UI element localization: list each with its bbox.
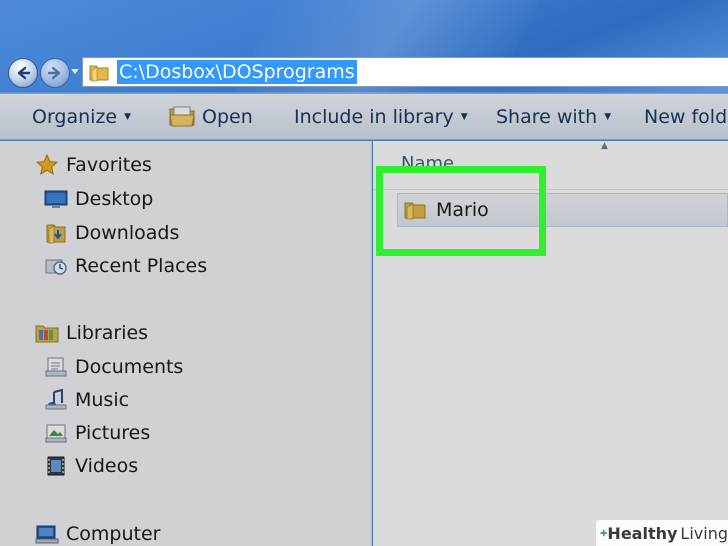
address-bar[interactable]: C:\Dosbox\DOSprograms: [82, 57, 728, 87]
sidebar-item-label: Pictures: [75, 422, 151, 444]
command-bar: Organize ▼ Open Include in library ▼ Sha…: [0, 93, 728, 140]
sidebar-item-favorites[interactable]: Favorites: [34, 153, 152, 177]
open-button[interactable]: Open: [168, 94, 253, 140]
sort-ascending-icon: ▲: [601, 141, 608, 151]
sidebar-item-pictures[interactable]: Pictures: [43, 421, 150, 445]
music-icon: [43, 388, 69, 412]
sidebar-item-label: Favorites: [66, 154, 152, 176]
sidebar-item-recent-places[interactable]: Recent Places: [43, 254, 207, 278]
sidebar-item-label: Videos: [75, 455, 139, 477]
arrow-right-icon: [47, 66, 61, 80]
pictures-icon: [43, 421, 69, 445]
arrow-left-icon: [17, 66, 31, 80]
new-folder-label: New folde: [644, 106, 728, 128]
videos-icon: [43, 454, 69, 478]
share-label: Share with: [496, 106, 598, 128]
navigation-pane: Favorites Desktop Downloads Recent Place…: [0, 141, 372, 546]
downloads-icon: [43, 221, 69, 245]
sidebar-item-label: Desktop: [75, 188, 154, 210]
documents-icon: [43, 355, 69, 379]
computer-icon: [34, 522, 60, 546]
watermark-text-living: Living: [680, 523, 728, 543]
sidebar-item-libraries[interactable]: Libraries: [34, 321, 148, 345]
star-icon: [34, 153, 60, 177]
desktop-icon: [43, 187, 69, 211]
folder-icon: [89, 65, 109, 82]
sidebar-item-label: Documents: [75, 356, 184, 378]
sidebar-item-music[interactable]: Music: [43, 388, 129, 412]
libraries-icon: [34, 321, 60, 345]
caret-down-icon: ▼: [460, 112, 468, 122]
open-folder-icon: [169, 106, 195, 127]
sidebar-item-label: Music: [75, 389, 130, 411]
organize-label: Organize: [32, 106, 118, 128]
sidebar-item-label: Recent Places: [75, 255, 208, 277]
sidebar-item-computer[interactable]: Computer: [34, 522, 160, 546]
forward-button[interactable]: [40, 58, 70, 88]
recent-locations-dropdown[interactable]: [70, 66, 80, 78]
new-folder-button[interactable]: New folde: [644, 94, 728, 140]
healthy-living-watermark: Healthy Living: [596, 520, 728, 546]
sidebar-item-videos[interactable]: Videos: [43, 454, 138, 478]
sidebar-item-documents[interactable]: Documents: [43, 355, 183, 379]
caret-down-icon: ▼: [124, 112, 132, 122]
plus-logo-icon: [600, 529, 608, 537]
sidebar-item-downloads[interactable]: Downloads: [43, 221, 179, 245]
back-button[interactable]: [8, 58, 38, 88]
sidebar-item-label: Libraries: [66, 322, 149, 344]
recent-places-icon: [43, 254, 69, 278]
include-label: Include in library: [294, 106, 454, 128]
sidebar-item-label: Computer: [66, 523, 161, 545]
address-path-text[interactable]: C:\Dosbox\DOSprograms: [117, 60, 357, 84]
sidebar-item-desktop[interactable]: Desktop: [43, 187, 153, 211]
open-label: Open: [202, 106, 253, 128]
caret-down-icon: ▼: [604, 112, 612, 122]
share-with-button[interactable]: Share with ▼: [496, 94, 611, 140]
watermark-text-healthy: Healthy: [607, 523, 678, 543]
sidebar-item-label: Downloads: [75, 222, 180, 244]
highlight-box: [376, 166, 546, 256]
include-in-library-button[interactable]: Include in library ▼: [294, 94, 468, 140]
chevron-down-icon: [71, 69, 79, 75]
organize-button[interactable]: Organize ▼: [32, 94, 131, 140]
